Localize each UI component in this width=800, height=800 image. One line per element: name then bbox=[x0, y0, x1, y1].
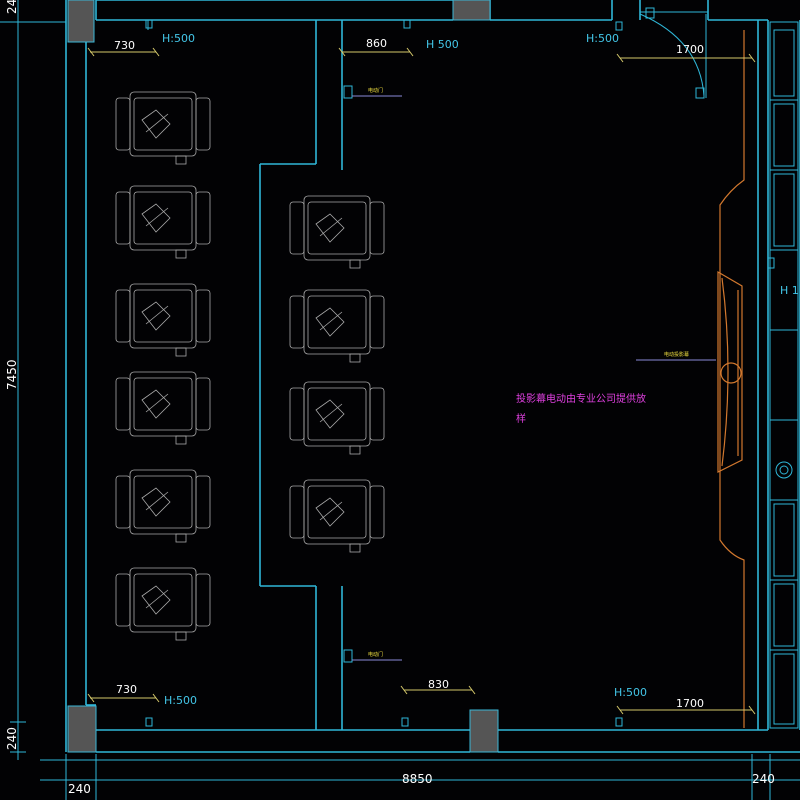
dim-left-bottom: 240 bbox=[5, 727, 19, 750]
projection-screen bbox=[717, 30, 745, 728]
column-bottom-left bbox=[67, 705, 97, 753]
dim-top-left-gap: 730 bbox=[114, 39, 135, 52]
annotation-texts: 电动门 电动门 电动投影幕 投影幕电动由专业公司提供放 样 bbox=[368, 87, 689, 658]
recliner-seat bbox=[115, 567, 211, 641]
recliner-seat bbox=[115, 371, 211, 445]
height-texts: H:500 H 500 H:500 H:500 H:500 H 11 bbox=[162, 32, 800, 707]
height-top-right: H:500 bbox=[586, 32, 619, 45]
label-door-top: 电动门 bbox=[368, 87, 383, 94]
height-top-left: H:500 bbox=[162, 32, 195, 45]
columns bbox=[67, 0, 499, 753]
dimension-texts: 240 8850 240 7450 240 240 730 860 1700 7… bbox=[5, 0, 775, 796]
recliner-seats bbox=[115, 91, 385, 641]
plan-drawing: 240 8850 240 7450 240 240 730 860 1700 7… bbox=[0, 0, 800, 800]
recliner-seat bbox=[115, 283, 211, 357]
dim-left-top: 240 bbox=[5, 0, 19, 14]
dim-top-mid-gap: 860 bbox=[366, 37, 387, 50]
recliner-seat bbox=[289, 381, 385, 455]
recliner-seat bbox=[115, 91, 211, 165]
dim-bottom-main: 8850 bbox=[402, 772, 433, 786]
height-bottom-left: H:500 bbox=[164, 694, 197, 707]
dim-bottom-right: 240 bbox=[752, 772, 775, 786]
height-top-mid: H 500 bbox=[426, 38, 459, 51]
height-bottom-right: H:500 bbox=[614, 686, 647, 699]
recliner-seat bbox=[115, 469, 211, 543]
dim-bottom-mid-gap: 830 bbox=[428, 678, 449, 691]
dim-bottom-right-gap: 1700 bbox=[676, 697, 704, 710]
column-top-mid bbox=[452, 0, 491, 21]
recliner-seat bbox=[115, 185, 211, 259]
note-line-1: 投影幕电动由专业公司提供放 bbox=[516, 392, 646, 405]
outer-dimension-lines bbox=[0, 0, 800, 800]
note-line-2: 样 bbox=[516, 412, 526, 425]
label-projection-screen: 电动投影幕 bbox=[664, 351, 689, 358]
height-right-edge: H 11 bbox=[780, 284, 800, 297]
equipment-rack bbox=[769, 21, 799, 729]
dim-left-main: 7450 bbox=[5, 359, 19, 390]
recliner-seat bbox=[289, 479, 385, 553]
cad-floor-plan: 240 8850 240 7450 240 240 730 860 1700 7… bbox=[0, 0, 800, 800]
recliner-seat bbox=[289, 289, 385, 363]
column-bottom-mid bbox=[469, 709, 499, 753]
label-door-bottom: 电动门 bbox=[368, 651, 383, 658]
recliner-seat bbox=[289, 195, 385, 269]
dim-bottom-left: 240 bbox=[68, 782, 91, 796]
interior-dimensions bbox=[87, 19, 775, 727]
dim-bottom-left-gap: 730 bbox=[116, 683, 137, 696]
column-top-left bbox=[67, 0, 95, 43]
dim-top-right-gap: 1700 bbox=[676, 43, 704, 56]
